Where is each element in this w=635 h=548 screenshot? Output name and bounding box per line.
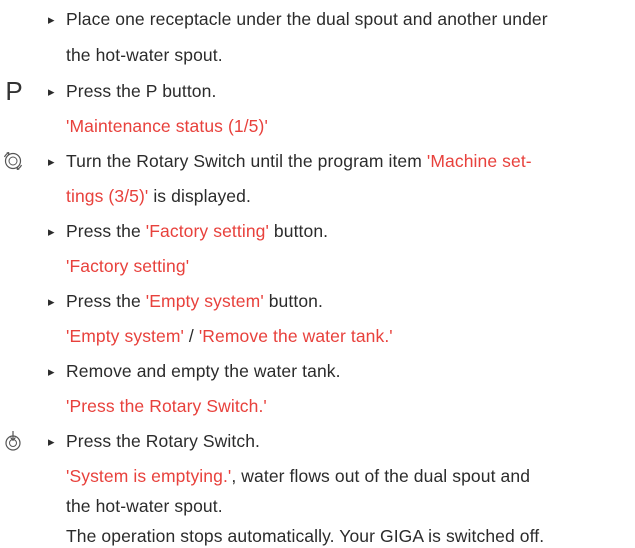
step-text: Remove and empty the water tank. bbox=[66, 361, 341, 381]
step-text: Press the Rotary Switch. bbox=[66, 431, 260, 451]
result-note: The operation stops automatically. Your … bbox=[66, 526, 545, 546]
button-name: 'Empty system' bbox=[145, 291, 264, 311]
step-text: Press the bbox=[66, 291, 146, 311]
step-text: button. bbox=[263, 291, 323, 311]
bullet-arrow-icon: ▸ bbox=[48, 294, 55, 309]
p-button-icon: P bbox=[5, 76, 23, 106]
step-text: Place one receptacle under the dual spou… bbox=[66, 9, 548, 29]
bullet-arrow-icon: ▸ bbox=[48, 434, 55, 449]
step-text: Turn the Rotary Switch until the program… bbox=[66, 151, 427, 171]
display-message: 'Factory setting' bbox=[66, 256, 190, 276]
step-press-p: ▸ Press the P button. bbox=[48, 81, 216, 102]
step-continuation: tings (3/5)' is displayed. bbox=[66, 186, 251, 206]
step-press-rotary: ▸ Press the Rotary Switch. bbox=[48, 431, 260, 452]
step-factory-setting: ▸ Press the 'Factory setting' button. bbox=[48, 221, 328, 242]
step-empty-tank: ▸ Remove and empty the water tank. bbox=[48, 361, 341, 382]
display-message: 'Remove the water tank.' bbox=[198, 326, 393, 346]
step-text: button. bbox=[268, 221, 329, 241]
bullet-arrow-icon: ▸ bbox=[48, 224, 55, 239]
step-text: is displayed. bbox=[148, 186, 251, 206]
step-text: the hot-water spout. bbox=[66, 45, 223, 65]
step-text: , water flows out of the dual spout and bbox=[231, 466, 531, 486]
result-text: 'System is emptying.', water flows out o… bbox=[66, 466, 530, 486]
bullet-arrow-icon: ▸ bbox=[48, 12, 55, 27]
program-item-name: tings (3/5)' bbox=[66, 186, 149, 206]
bullet-arrow-icon: ▸ bbox=[48, 154, 55, 169]
display-message-pair: 'Empty system' / 'Remove the water tank.… bbox=[66, 326, 393, 346]
step-continuation: the hot-water spout. bbox=[66, 45, 223, 65]
bullet-arrow-icon: ▸ bbox=[48, 364, 55, 379]
display-message: 'Maintenance status (1/5)' bbox=[66, 116, 268, 136]
bullet-arrow-icon: ▸ bbox=[48, 84, 55, 99]
instruction-page: ▸ Place one receptacle under the dual spo… bbox=[0, 0, 635, 548]
step-text: Press the P button. bbox=[66, 81, 217, 101]
rotary-switch-icon bbox=[2, 150, 24, 172]
step-empty-system: ▸ Press the 'Empty system' button. bbox=[48, 291, 323, 312]
button-name: 'Factory setting' bbox=[145, 221, 269, 241]
press-rotary-switch-icon bbox=[2, 430, 24, 452]
display-message: 'Empty system' bbox=[66, 326, 184, 346]
separator: / bbox=[183, 326, 199, 346]
step-text: Press the bbox=[66, 221, 146, 241]
step-place-receptacle: ▸ Place one receptacle under the dual spo… bbox=[48, 9, 548, 30]
display-message: 'System is emptying.' bbox=[66, 466, 232, 486]
display-message: 'Press the Rotary Switch.' bbox=[66, 396, 267, 416]
result-text-continuation: the hot-water spout. bbox=[66, 496, 223, 516]
step-turn-rotary: ▸ Turn the Rotary Switch until the progra… bbox=[48, 151, 532, 172]
program-item-name: 'Machine set- bbox=[426, 151, 532, 171]
